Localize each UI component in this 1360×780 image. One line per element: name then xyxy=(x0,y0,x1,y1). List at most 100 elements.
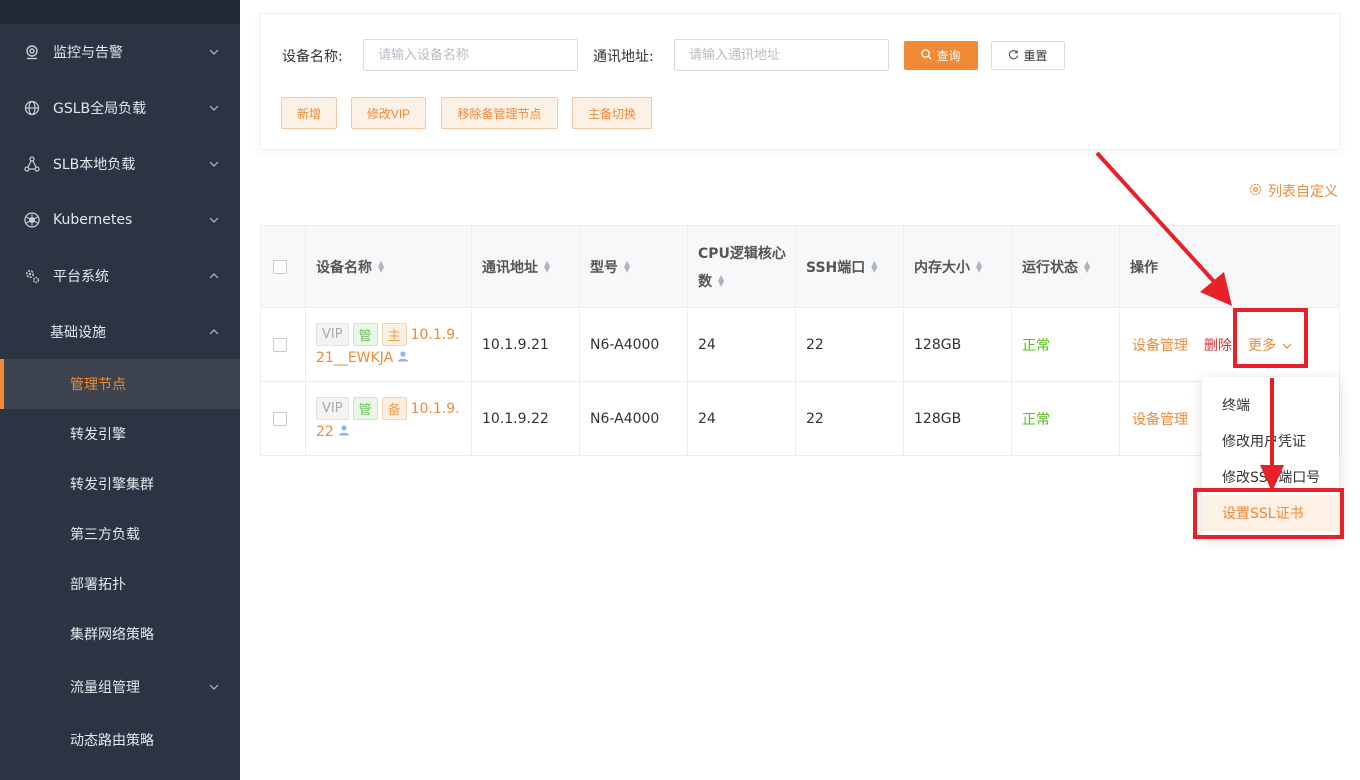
sidebar-top-strip xyxy=(0,0,240,24)
device-name-text-2[interactable]: 22 xyxy=(316,424,334,440)
sidebar-item-monitor[interactable]: 监控与告警 xyxy=(0,24,240,80)
sort-icon[interactable]: ▲ ▼ xyxy=(378,259,384,273)
address-input[interactable] xyxy=(674,39,889,71)
search-icon xyxy=(921,48,933,63)
manager-tag: 管 xyxy=(352,397,378,420)
header-name-label: 设备名称 xyxy=(316,259,372,276)
device-name-text[interactable]: 10.1.9. xyxy=(411,401,460,417)
row-checkbox[interactable] xyxy=(273,411,287,426)
query-button[interactable]: 查询 xyxy=(904,41,978,70)
sidebar-item-label: 集群网络策略 xyxy=(70,627,154,643)
sidebar-group-infrastructure[interactable]: 基础设施 xyxy=(0,304,240,360)
sidebar-item-platform[interactable]: 平台系统 xyxy=(0,248,240,304)
reset-button[interactable]: 重置 xyxy=(991,41,1065,70)
header-select-cell xyxy=(260,226,305,307)
sidebar-item-engine-cluster[interactable]: 转发引擎集群 xyxy=(0,459,240,509)
table-row: VIP 管 备 10.1.9. 22 10.1.9.22 N6-A4000 24… xyxy=(260,382,1340,456)
header-ssh[interactable]: SSH端口 ▲ ▼ xyxy=(795,226,903,307)
device-name-label: 设备名称: xyxy=(282,49,343,65)
sidebar-item-label: 管理节点 xyxy=(70,377,126,393)
header-ssh-label: SSH端口 xyxy=(806,259,866,276)
model-cell: N6-A4000 xyxy=(579,382,687,455)
header-name[interactable]: 设备名称 ▲ ▼ xyxy=(305,226,471,307)
device-name-text-2[interactable]: 21__EWKJA xyxy=(316,350,393,366)
header-addr-label: 通讯地址 xyxy=(482,259,538,276)
status-cell: 正常 xyxy=(1011,382,1119,455)
device-name-input[interactable] xyxy=(363,39,578,71)
user-icon xyxy=(338,424,350,440)
sidebar-item-label: 动态路由策略 xyxy=(70,733,154,749)
sort-icon[interactable]: ▲ ▼ xyxy=(976,259,982,273)
sidebar-item-network-policy[interactable]: 集群网络策略 xyxy=(0,609,240,659)
sort-icon[interactable]: ▲ ▼ xyxy=(624,259,630,273)
header-cpu-label-2: 数 xyxy=(698,273,712,290)
row-checkbox[interactable] xyxy=(273,337,287,352)
sidebar-item-label: 部署拓扑 xyxy=(70,577,126,593)
address-cell: 10.1.9.22 xyxy=(471,382,579,455)
sidebar-item-label: 转发引擎集群 xyxy=(70,477,154,493)
menu-item-edit-credentials[interactable]: 修改用户凭证 xyxy=(1202,423,1339,459)
header-addr[interactable]: 通讯地址 ▲ ▼ xyxy=(471,226,579,307)
memory-cell: 128GB xyxy=(903,308,1011,381)
device-name-cell: VIP 管 主 10.1.9. 21__EWKJA xyxy=(305,308,471,381)
sort-icon[interactable]: ▲ ▼ xyxy=(1084,259,1090,273)
chevron-down-icon xyxy=(208,681,220,693)
device-manage-link[interactable]: 设备管理 xyxy=(1132,335,1188,355)
sidebar-item-dynamic-routing[interactable]: 动态路由策略 xyxy=(0,715,240,765)
master-backup-switch-button[interactable]: 主备切换 xyxy=(572,97,652,129)
sidebar-group-label: 基础设施 xyxy=(50,325,106,341)
search-panel: 设备名称: 通讯地址: 查询 重置 新增 修改VIP 移除备管理节点 主备切换 xyxy=(260,13,1340,150)
header-status-label: 运行状态 xyxy=(1022,259,1078,276)
sort-icon[interactable]: ▲ ▼ xyxy=(718,273,724,287)
delete-link[interactable]: 删除 xyxy=(1204,335,1232,355)
header-cpu[interactable]: CPU逻辑核心 数 ▲ ▼ xyxy=(687,226,795,307)
sidebar-item-management-node[interactable]: 管理节点 xyxy=(0,359,240,409)
device-manage-link[interactable]: 设备管理 xyxy=(1132,409,1188,429)
row-select-cell xyxy=(260,308,305,381)
remove-backup-node-button[interactable]: 移除备管理节点 xyxy=(441,97,558,129)
header-model-label: 型号 xyxy=(590,259,618,276)
sort-icon[interactable]: ▲ ▼ xyxy=(544,259,550,273)
sidebar-item-label: 流量组管理 xyxy=(70,680,140,696)
globe-icon xyxy=(23,99,41,117)
device-name-text[interactable]: 10.1.9. xyxy=(411,327,460,343)
annotation-highlight-box xyxy=(1193,488,1344,539)
gear-icon xyxy=(23,267,41,285)
sidebar-item-slb[interactable]: SLB本地负载 xyxy=(0,136,240,192)
kubernetes-icon xyxy=(23,211,41,229)
manager-tag: 管 xyxy=(352,323,378,346)
model-cell: N6-A4000 xyxy=(579,308,687,381)
chevron-down-icon xyxy=(208,214,220,226)
sidebar-item-traffic-group[interactable]: 流量组管理 xyxy=(0,659,240,715)
list-customize-link[interactable]: 列表自定义 xyxy=(1249,181,1338,201)
sort-icon[interactable]: ▲ ▼ xyxy=(871,259,877,273)
sidebar-item-kubernetes[interactable]: Kubernetes xyxy=(0,192,240,248)
cpu-cell: 24 xyxy=(687,308,795,381)
sidebar-item-third-party-lb[interactable]: 第三方负载 xyxy=(0,509,240,559)
chevron-up-icon xyxy=(208,326,220,338)
table-row: VIP 管 主 10.1.9. 21__EWKJA 10.1.9.21 N6-A… xyxy=(260,308,1340,382)
header-status[interactable]: 运行状态 ▲ ▼ xyxy=(1011,226,1119,307)
sidebar-item-gslb[interactable]: GSLB全局负载 xyxy=(0,80,240,136)
sidebar-item-label: Kubernetes xyxy=(53,212,133,228)
sidebar-item-label: 第三方负载 xyxy=(70,527,140,543)
header-mem[interactable]: 内存大小 ▲ ▼ xyxy=(903,226,1011,307)
header-model[interactable]: 型号 ▲ ▼ xyxy=(579,226,687,307)
sidebar-item-topology[interactable]: 部署拓扑 xyxy=(0,559,240,609)
sidebar-item-forwarding-engine[interactable]: 转发引擎 xyxy=(0,409,240,459)
add-button[interactable]: 新增 xyxy=(281,97,337,129)
backup-tag: 备 xyxy=(381,397,407,420)
annotation-highlight-box xyxy=(1233,308,1308,368)
chevron-up-icon xyxy=(208,270,220,282)
row-select-cell xyxy=(260,382,305,455)
chevron-down-icon xyxy=(208,158,220,170)
header-ops: 操作 xyxy=(1119,226,1340,307)
vip-tag: VIP xyxy=(316,397,349,420)
menu-item-terminal[interactable]: 终端 xyxy=(1202,387,1339,423)
header-mem-label: 内存大小 xyxy=(914,259,970,276)
address-label: 通讯地址: xyxy=(593,49,654,65)
device-name-cell: VIP 管 备 10.1.9. 22 xyxy=(305,382,471,455)
edit-vip-button[interactable]: 修改VIP xyxy=(351,97,426,129)
ssh-cell: 22 xyxy=(795,308,903,381)
select-all-checkbox[interactable] xyxy=(273,259,287,274)
